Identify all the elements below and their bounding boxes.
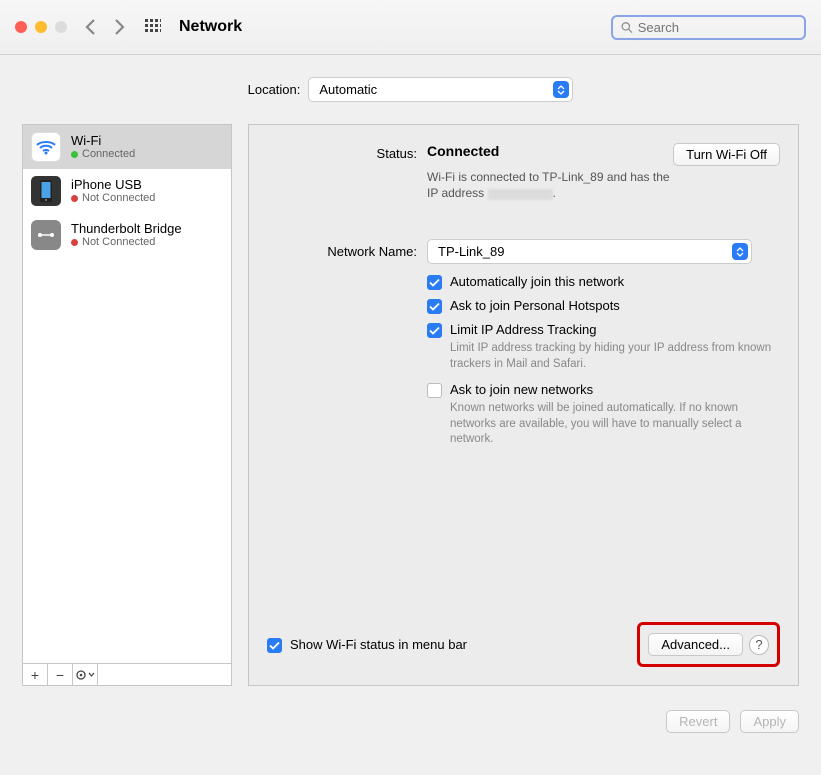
zoom-button[interactable] xyxy=(55,21,67,33)
location-label: Location: xyxy=(248,82,301,97)
service-status: Not Connected xyxy=(82,236,155,249)
status-label: Status: xyxy=(267,143,417,161)
service-actions-button[interactable] xyxy=(73,664,98,685)
limit-ip-checkbox[interactable] xyxy=(427,323,442,338)
service-name: iPhone USB xyxy=(71,177,155,193)
apps-grid-icon[interactable] xyxy=(145,19,161,35)
service-iphone-usb[interactable]: iPhone USB Not Connected xyxy=(23,169,231,213)
chevron-updown-icon xyxy=(732,243,748,260)
forward-button[interactable] xyxy=(114,18,125,36)
service-name: Thunderbolt Bridge xyxy=(71,221,182,237)
revert-button[interactable]: Revert xyxy=(666,710,730,733)
service-name: Wi-Fi xyxy=(71,133,135,149)
remove-service-button[interactable]: − xyxy=(48,664,73,685)
sidebar-tools: + − xyxy=(22,664,232,686)
main-area: Wi-Fi Connected iPhone USB Not Connected xyxy=(0,124,821,704)
ip-redacted xyxy=(488,189,553,200)
turn-wifi-off-button[interactable]: Turn Wi-Fi Off xyxy=(673,143,780,166)
service-status: Connected xyxy=(82,148,135,161)
help-button[interactable]: ? xyxy=(749,635,769,655)
status-dot-icon xyxy=(71,195,78,202)
location-row: Location: Automatic xyxy=(0,55,821,124)
thunderbolt-icon xyxy=(31,220,61,250)
check-icon xyxy=(429,326,440,335)
network-name-value: TP-Link_89 xyxy=(438,244,504,259)
wifi-icon xyxy=(31,132,61,162)
window-title: Network xyxy=(179,18,242,36)
titlebar: Network xyxy=(0,0,821,55)
footer-buttons: Revert Apply xyxy=(0,704,821,733)
check-icon xyxy=(269,641,280,650)
minimize-button[interactable] xyxy=(35,21,47,33)
advanced-highlight: Advanced... ? xyxy=(637,622,780,667)
auto-join-checkbox[interactable] xyxy=(427,275,442,290)
limit-ip-label: Limit IP Address Tracking xyxy=(450,322,596,337)
ask-hotspot-label: Ask to join Personal Hotspots xyxy=(450,298,620,313)
close-button[interactable] xyxy=(15,21,27,33)
location-select[interactable]: Automatic xyxy=(308,77,573,102)
search-icon xyxy=(621,21,633,34)
search-input[interactable] xyxy=(638,20,796,35)
auto-join-label: Automatically join this network xyxy=(450,274,624,289)
gear-icon xyxy=(76,670,86,680)
status-dot-icon xyxy=(71,151,78,158)
location-value: Automatic xyxy=(319,82,377,97)
service-thunderbolt[interactable]: Thunderbolt Bridge Not Connected xyxy=(23,213,231,257)
service-status: Not Connected xyxy=(82,192,155,205)
phone-icon xyxy=(31,176,61,206)
network-name-label: Network Name: xyxy=(267,244,417,259)
apply-button[interactable]: Apply xyxy=(740,710,799,733)
show-menubar-checkbox[interactable] xyxy=(267,638,282,653)
check-icon xyxy=(429,302,440,311)
network-name-select[interactable]: TP-Link_89 xyxy=(427,239,752,264)
service-sidebar: Wi-Fi Connected iPhone USB Not Connected xyxy=(22,124,232,686)
ask-hotspot-checkbox[interactable] xyxy=(427,299,442,314)
search-field[interactable] xyxy=(611,15,806,40)
status-value: Connected xyxy=(427,143,499,159)
back-button[interactable] xyxy=(85,18,96,36)
ask-new-label: Ask to join new networks xyxy=(450,382,593,397)
ask-new-help: Known networks will be joined automatica… xyxy=(450,401,780,448)
service-wifi[interactable]: Wi-Fi Connected xyxy=(23,125,231,169)
chevron-updown-icon xyxy=(553,81,569,98)
show-menubar-label: Show Wi-Fi status in menu bar xyxy=(290,637,467,652)
detail-panel: Status: Connected Turn Wi-Fi Off Wi-Fi i… xyxy=(248,124,799,686)
service-list: Wi-Fi Connected iPhone USB Not Connected xyxy=(22,124,232,664)
status-dot-icon xyxy=(71,239,78,246)
ask-new-checkbox[interactable] xyxy=(427,383,442,398)
nav-buttons xyxy=(85,18,125,36)
window-controls xyxy=(15,21,67,33)
check-icon xyxy=(429,278,440,287)
limit-ip-help: Limit IP address tracking by hiding your… xyxy=(450,341,780,372)
status-description: Wi-Fi is connected to TP-Link_89 and has… xyxy=(427,169,780,201)
chevron-down-icon xyxy=(88,672,95,677)
add-service-button[interactable]: + xyxy=(23,664,48,685)
advanced-button[interactable]: Advanced... xyxy=(648,633,743,656)
